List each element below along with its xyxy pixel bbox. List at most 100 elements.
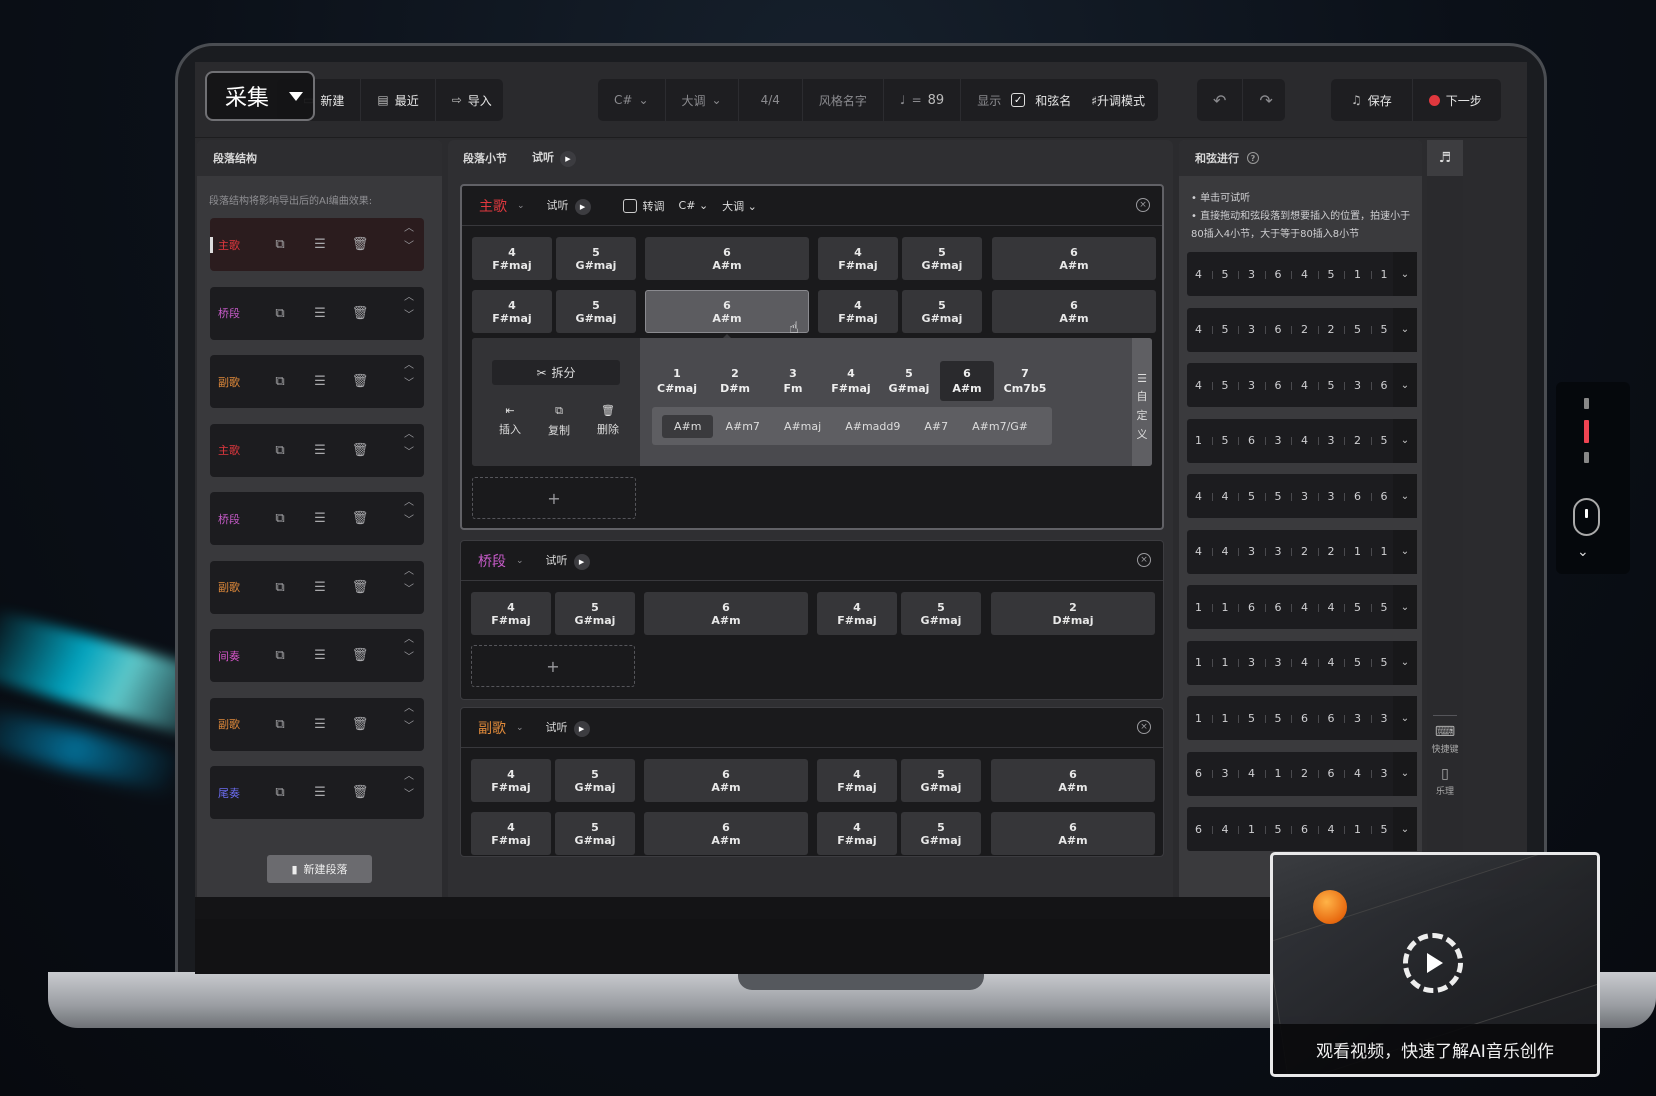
progression-item[interactable]: 4 4 5 5 3 3 6 6 ⌄ (1187, 474, 1417, 518)
variant-option[interactable]: A#7 (912, 415, 960, 438)
section-item[interactable]: 桥段 ⧉ ☰ 🗑 ︿ ﹀ (210, 286, 424, 340)
delete-icon[interactable]: 🗑 (340, 374, 380, 389)
section-item[interactable]: 副歌 ⧉ ☰ 🗑 ︿ ﹀ (210, 560, 424, 614)
move-down-icon[interactable]: ﹀ (404, 653, 414, 663)
progression-item[interactable]: 6 3 4 1 2 6 4 3 ⌄ (1187, 751, 1417, 796)
chord-name-checkbox[interactable]: ✓ (1011, 93, 1026, 107)
shortcuts-button[interactable]: ⌨ 快捷键 (1427, 724, 1463, 755)
section-item[interactable]: 副歌 ⧉ ☰ 🗑 ︿ ﹀ (210, 355, 424, 408)
chevron-down-icon[interactable]: ⌄ (516, 556, 524, 566)
delete-button[interactable]: 🗑 删除 (590, 404, 626, 437)
move-down-icon[interactable]: ﹀ (404, 516, 414, 526)
degree-option[interactable]: 2 D#m (708, 361, 762, 401)
chord-cell[interactable]: 4 F#maj (471, 812, 551, 855)
section-preview-button[interactable]: 试听 ▶ (546, 719, 590, 737)
insert-below-icon[interactable]: ☰ (300, 511, 340, 526)
progression-item[interactable]: 1 1 3 3 4 4 5 5 ⌄ (1187, 640, 1417, 685)
chord-cell[interactable]: 4 F#maj (471, 759, 551, 802)
section-item[interactable]: 桥段 ⧉ ☰ 🗑 ︿ ﹀ (210, 492, 424, 545)
chord-cell[interactable]: 4 F#maj (818, 290, 898, 333)
chevron-down-icon[interactable]: ⌄ (517, 201, 525, 211)
move-up-icon[interactable]: ︿ (404, 429, 414, 440)
section-title[interactable]: 副歌 (478, 718, 506, 738)
delete-icon[interactable]: 🗑 (340, 580, 380, 595)
chord-cell[interactable]: 6 A#m (991, 759, 1155, 802)
add-bar-button[interactable]: + (472, 477, 636, 519)
help-icon[interactable]: ? (1247, 152, 1259, 164)
variant-option[interactable]: A#madd9 (833, 415, 912, 438)
chord-cell[interactable]: 5 G#maj (555, 812, 635, 855)
delete-icon[interactable]: 🗑 (340, 443, 380, 458)
delete-icon[interactable]: 🗑 (340, 306, 380, 321)
next-step-button[interactable]: 下一步 (1413, 79, 1498, 121)
duplicate-section-icon[interactable]: ⧉ (260, 648, 300, 663)
move-down-icon[interactable]: ﹀ (404, 584, 414, 595)
chord-cell[interactable]: 4 F#maj (818, 237, 898, 280)
chevron-down-icon[interactable]: ⌄ (1393, 696, 1417, 740)
move-up-icon[interactable]: ︿ (404, 566, 414, 577)
undo-button[interactable]: ↶ (1197, 79, 1244, 121)
chord-cell[interactable]: 5 G#maj (902, 237, 982, 280)
playlist-music-button[interactable]: ♬ (1427, 140, 1463, 176)
delete-icon[interactable]: 🗑 (340, 717, 380, 732)
variant-option[interactable]: A#m7/G# (960, 415, 1040, 438)
modulate-checkbox[interactable] (622, 198, 637, 213)
insert-below-icon[interactable]: ☰ (300, 237, 340, 252)
move-up-icon[interactable]: ︿ (404, 292, 414, 303)
chord-cell[interactable]: 5 G#maj (556, 290, 636, 333)
chord-cell[interactable]: 4 F#maj (817, 812, 897, 855)
chord-cell[interactable]: 6 A#m (645, 237, 809, 280)
section-mode-select[interactable]: 大调 ⌄ (722, 198, 757, 214)
duplicate-section-icon[interactable]: ⧉ (260, 717, 300, 732)
save-button[interactable]: ♫ 保存 (1331, 79, 1413, 121)
chord-cell[interactable]: 6 A#m (644, 592, 808, 635)
section-item[interactable]: 尾奏 ⧉ ☰ 🗑 ︿ ﹀ (210, 766, 424, 819)
chord-cell[interactable]: 4 F#maj (817, 592, 897, 635)
delete-icon[interactable]: 🗑 (340, 237, 380, 252)
section-preview-button[interactable]: 试听 ▶ (547, 197, 591, 215)
progression-item[interactable]: 1 1 6 6 4 4 5 5 ⌄ (1187, 585, 1417, 629)
sharp-mode-toggle[interactable]: ♯升调模式 (1091, 92, 1145, 109)
chevron-down-icon[interactable]: ⌄ (516, 723, 524, 733)
chord-cell[interactable]: 2 D#maj (991, 592, 1155, 635)
move-up-icon[interactable]: ︿ (404, 635, 414, 645)
move-down-icon[interactable]: ﹀ (404, 379, 414, 389)
degree-option[interactable]: 4 F#maj (824, 361, 878, 401)
section-item[interactable]: 副歌 ⧉ ☰ 🗑 ︿ ﹀ (210, 697, 424, 751)
move-up-icon[interactable]: ︿ (404, 703, 414, 714)
progression-item[interactable]: 1 5 6 3 4 3 2 5 ⌄ (1187, 418, 1417, 463)
redo-button[interactable]: ↷ (1243, 79, 1288, 121)
variant-option[interactable]: A#maj (772, 415, 833, 438)
progression-item[interactable]: 4 4 3 3 2 2 1 1 ⌄ (1187, 529, 1417, 574)
chord-cell[interactable]: 5 G#maj (901, 812, 981, 855)
move-up-icon[interactable]: ︿ (404, 361, 414, 371)
remove-section-icon[interactable]: × (1137, 720, 1151, 734)
chevron-down-icon[interactable]: ⌄ (1393, 529, 1417, 574)
progression-item[interactable]: 4 5 3 6 4 5 3 6 ⌄ (1187, 363, 1417, 407)
style-name[interactable]: 风格名字 (803, 79, 884, 121)
duplicate-section-icon[interactable]: ⧉ (260, 237, 300, 252)
chord-cell[interactable]: 5 G#maj (902, 290, 982, 333)
progression-item[interactable]: 4 5 3 6 4 5 1 1 ⌄ (1187, 252, 1417, 296)
music-theory-button[interactable]: ▯ 乐理 (1427, 766, 1463, 797)
split-button[interactable]: ✂ 拆分 (492, 360, 620, 385)
time-signature[interactable]: 4/4 (739, 79, 803, 121)
progression-item[interactable]: 1 1 5 5 6 6 3 3 ⌄ (1187, 696, 1417, 740)
chord-cell[interactable]: 5 G#maj (901, 592, 981, 635)
chord-cell[interactable]: 4 F#maj (817, 759, 897, 802)
section-title[interactable]: 主歌 (479, 196, 507, 216)
section-preview-button[interactable]: 试听 ▶ (546, 552, 590, 570)
chord-cell[interactable]: 5 G#maj (901, 759, 981, 802)
degree-option[interactable]: 3 Fm (766, 361, 820, 401)
chevron-down-icon[interactable]: ⌄ (1393, 807, 1417, 851)
degree-option[interactable]: 1 C#maj (650, 361, 704, 401)
recent-button[interactable]: ▤ 最近 (361, 79, 436, 121)
degree-option[interactable]: 6 A#m (940, 361, 994, 401)
key-select[interactable]: C# ⌄ (598, 79, 666, 121)
insert-below-icon[interactable]: ☰ (300, 374, 340, 389)
move-down-icon[interactable]: ﹀ (404, 447, 414, 458)
remove-section-icon[interactable]: × (1137, 553, 1151, 567)
section-title[interactable]: 桥段 (478, 551, 506, 571)
chevron-down-icon[interactable]: ⌄ (1393, 474, 1417, 518)
move-down-icon[interactable]: ﹀ (404, 721, 414, 732)
